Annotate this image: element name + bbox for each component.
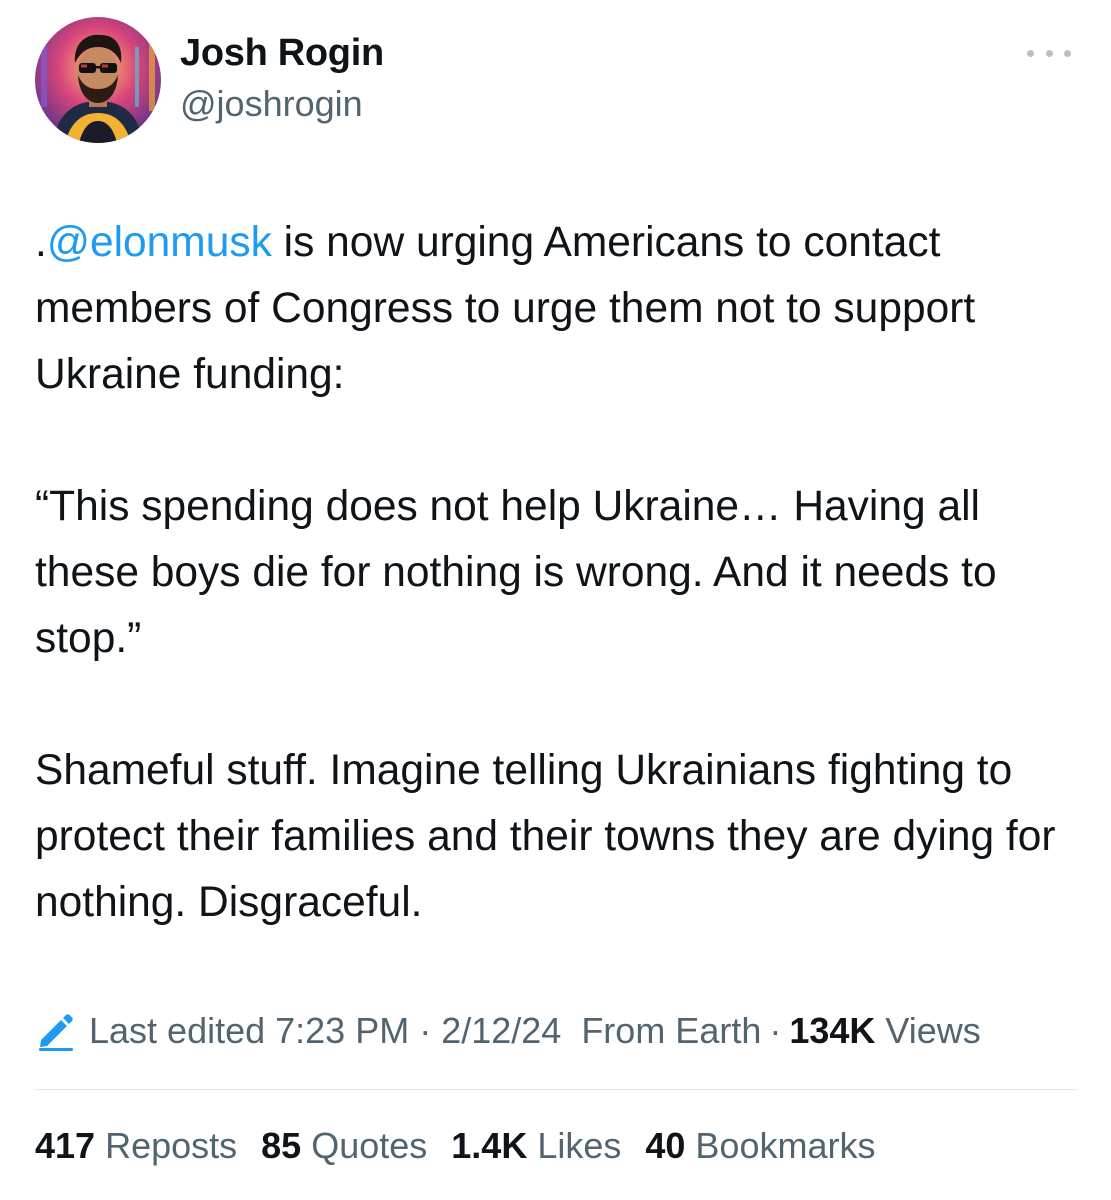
tweet-source: From Earth — [581, 1010, 762, 1051]
tweet-text: .@elonmusk is now urging Americans to co… — [35, 210, 1085, 936]
divider — [35, 1089, 1077, 1090]
bookmarks-label: Bookmarks — [695, 1125, 876, 1166]
tweet-paragraph: .@elonmusk is now urging Americans to co… — [35, 210, 1085, 408]
reposts-count: 417 — [35, 1125, 96, 1166]
reposts-stat[interactable]: 417 Reposts — [35, 1125, 237, 1167]
tweet-quote-paragraph: “This spending does not help Ukraine… Ha… — [35, 483, 997, 662]
meta-separator: · — [769, 1010, 782, 1051]
tweet-header: Josh Rogin @joshrogin — [35, 17, 1081, 143]
reposts-label: Reposts — [105, 1125, 238, 1166]
mention-link[interactable]: @elonmusk — [47, 219, 272, 266]
tweet-comment-paragraph: Shameful stuff. Imagine telling Ukrainia… — [35, 747, 1056, 926]
edited-timestamp-link[interactable]: Last edited 7:23 PM · 2/12/24 — [89, 1010, 561, 1052]
views-count: 134K — [789, 1010, 876, 1051]
avatar[interactable] — [35, 17, 161, 143]
tweet-prefix: . — [35, 219, 47, 266]
views-label: Views — [885, 1010, 981, 1051]
tweet-stats: 417 Reposts 85 Quotes 1.4K Likes 40 Bookmark… — [35, 1118, 899, 1174]
author-handle[interactable]: @joshrogin — [180, 83, 363, 125]
more-horizontal-icon — [1064, 49, 1071, 57]
quotes-stat[interactable]: 85 Quotes — [261, 1125, 427, 1167]
likes-label: Likes — [537, 1125, 622, 1166]
quotes-count: 85 — [261, 1125, 302, 1166]
tweet-meta: Last edited 7:23 PM · 2/12/24 From Earth… — [35, 1003, 981, 1059]
more-horizontal-icon — [1027, 49, 1034, 57]
bookmarks-count: 40 — [645, 1125, 686, 1166]
avatar-icon — [35, 17, 161, 143]
author-display-name[interactable]: Josh Rogin — [180, 32, 384, 75]
quotes-label: Quotes — [311, 1125, 428, 1166]
likes-stat[interactable]: 1.4K Likes — [451, 1125, 621, 1167]
more-options-button[interactable] — [1027, 43, 1071, 63]
bookmarks-stat[interactable]: 40 Bookmarks — [645, 1125, 875, 1167]
pencil-icon — [39, 1014, 73, 1051]
more-horizontal-icon — [1045, 49, 1053, 57]
likes-count: 1.4K — [451, 1125, 528, 1166]
